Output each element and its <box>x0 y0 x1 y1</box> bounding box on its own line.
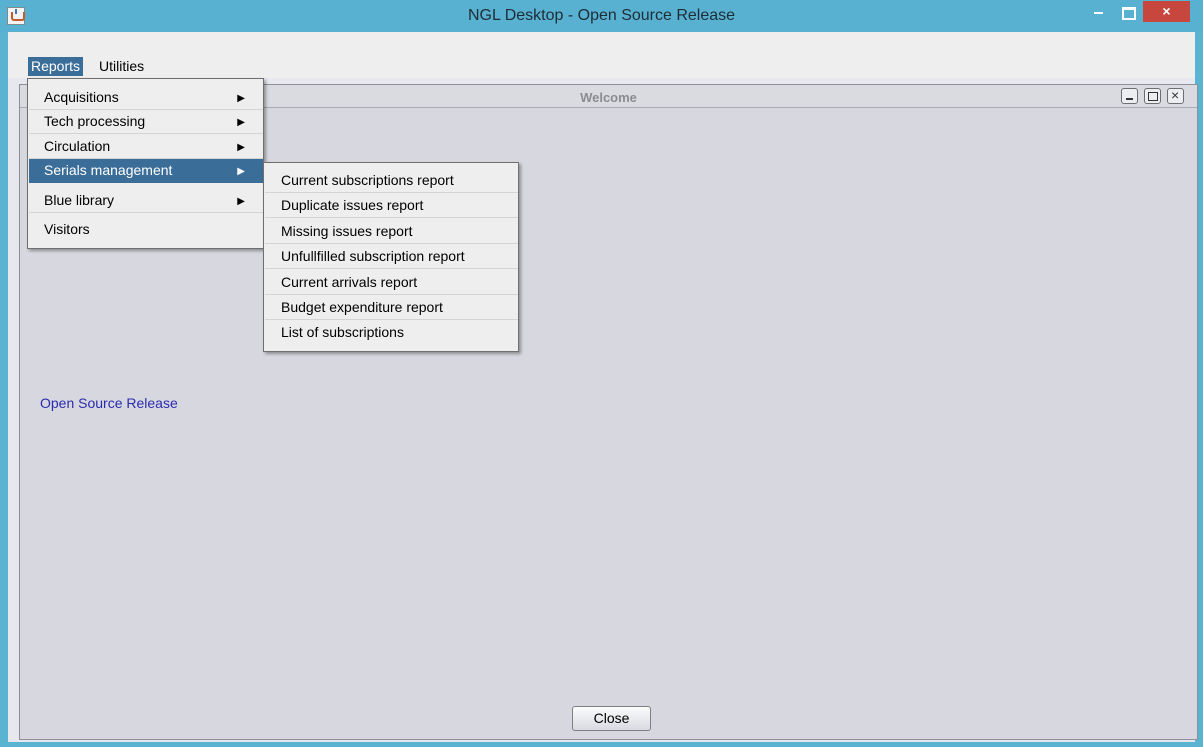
menu-item-serials-management[interactable]: Serials management ▶ <box>29 159 263 183</box>
app-window: NGL Desktop - Open Source Release × Repo… <box>0 0 1203 747</box>
submenu-item-unfullfilled-subscription[interactable]: Unfullfilled subscription report <box>265 244 518 269</box>
menu-reports[interactable]: Reports <box>28 57 84 76</box>
menu-item-label: Tech processing <box>44 113 146 129</box>
menu-item-tech-processing[interactable]: Tech processing ▶ <box>29 110 263 134</box>
menu-item-label: Acquisitions <box>44 89 119 105</box>
submenu-arrow-icon: ▶ <box>237 142 245 153</box>
submenu-item-current-subscriptions[interactable]: Current subscriptions report <box>265 168 518 193</box>
close-button-label: Close <box>593 710 630 726</box>
submenu-arrow-icon: ▶ <box>237 196 245 207</box>
menu-item-circulation[interactable]: Circulation ▶ <box>29 135 263 159</box>
menu-item-label: Serials management <box>44 162 173 178</box>
menu-item-label: Blue library <box>44 192 115 208</box>
submenu-arrow-icon: ▶ <box>237 117 245 128</box>
serials-submenu: Current subscriptions report Duplicate i… <box>263 162 519 352</box>
submenu-item-current-arrivals[interactable]: Current arrivals report <box>265 270 518 295</box>
submenu-arrow-icon: ▶ <box>237 93 245 104</box>
maximize-icon[interactable] <box>1115 2 1141 22</box>
frame-minimize-icon[interactable] <box>1121 88 1138 104</box>
menu-item-acquisitions[interactable]: Acquisitions ▶ <box>29 86 263 110</box>
window-title: NGL Desktop - Open Source Release <box>467 7 736 24</box>
frame-restore-icon[interactable] <box>1144 88 1161 104</box>
menu-item-blue-library[interactable]: Blue library ▶ <box>29 189 263 213</box>
minimize-icon[interactable] <box>1087 2 1113 22</box>
submenu-item-budget-expenditure[interactable]: Budget expenditure report <box>265 295 518 320</box>
submenu-arrow-icon: ▶ <box>237 166 245 177</box>
window-titlebar[interactable]: NGL Desktop - Open Source Release × <box>0 0 1203 32</box>
menu-item-label: Visitors <box>44 221 90 237</box>
close-icon[interactable]: × <box>1143 1 1190 22</box>
close-button[interactable]: Close <box>572 706 651 731</box>
submenu-item-duplicate-issues[interactable]: Duplicate issues report <box>265 193 518 218</box>
open-source-release-text: Open Source Release <box>40 395 178 411</box>
menubar <box>8 32 1195 78</box>
menu-item-visitors[interactable]: Visitors <box>29 218 263 242</box>
submenu-item-list-of-subscriptions[interactable]: List of subscriptions <box>265 320 518 345</box>
menu-utilities[interactable]: Utilities <box>99 58 144 74</box>
reports-menu: Acquisitions ▶ Tech processing ▶ Circula… <box>27 78 264 249</box>
submenu-item-missing-issues[interactable]: Missing issues report <box>265 219 518 244</box>
menu-item-label: Circulation <box>44 138 111 154</box>
frame-close-icon[interactable] <box>1167 87 1184 104</box>
